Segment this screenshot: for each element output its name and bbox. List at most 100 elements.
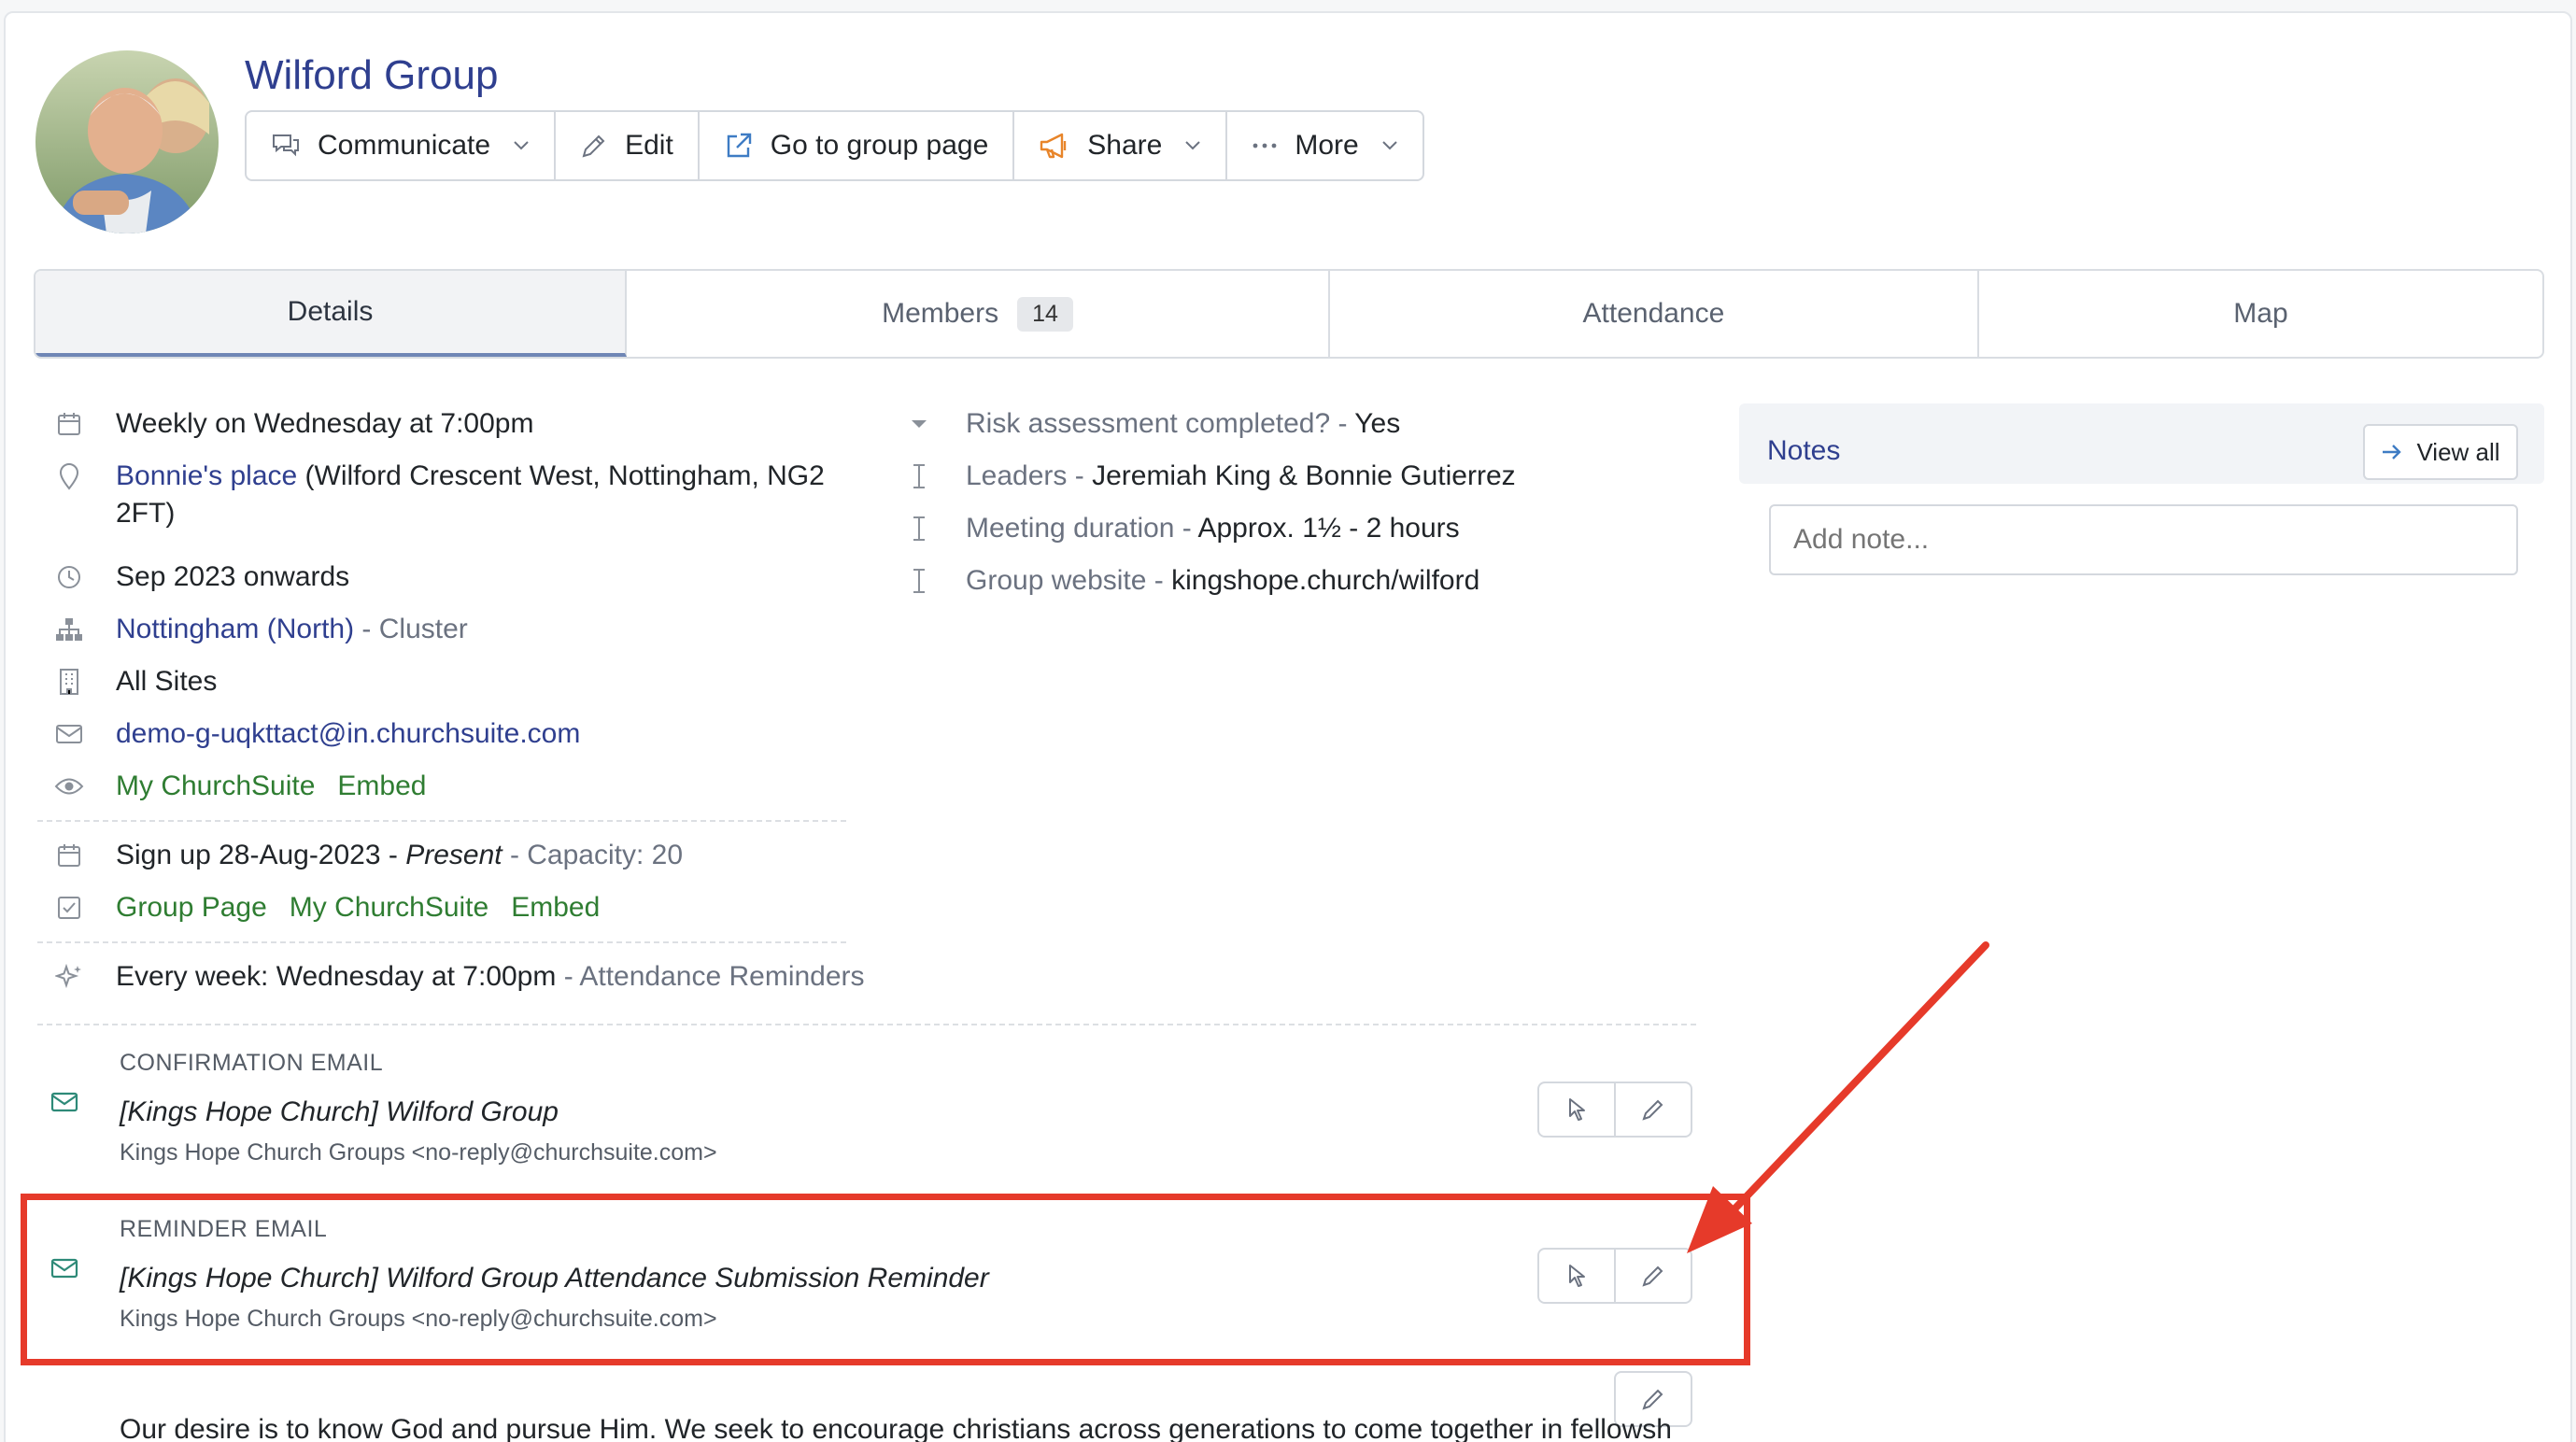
share-label: Share xyxy=(1087,130,1163,161)
checkbox-icon xyxy=(50,889,88,926)
go-to-group-page-button[interactable]: Go to group page xyxy=(700,112,1015,179)
sitemap-icon xyxy=(50,611,88,648)
megaphone-icon xyxy=(1039,132,1070,160)
custom-field-value: kingshope.church/wilford xyxy=(1171,565,1480,596)
more-label: More xyxy=(1295,130,1359,161)
tab-bar: Details Members 14 Attendance Map xyxy=(34,269,2544,359)
custom-field-label: Leaders - xyxy=(966,460,1093,491)
tab-members[interactable]: Members 14 xyxy=(627,271,1330,357)
group-toolbar: Communicate Edit Go to group page Share xyxy=(245,110,1424,181)
annotation-highlight-box xyxy=(21,1194,1750,1365)
signup-text: Sign up 28-Aug-2023 - Present - Capacity… xyxy=(116,837,683,874)
tab-map-label: Map xyxy=(2233,298,2288,329)
visibility-embed-link[interactable]: Embed xyxy=(337,768,426,805)
external-link-icon xyxy=(724,131,754,161)
start-date-row: Sep 2023 onwards xyxy=(50,558,349,596)
preview-confirmation-email-button[interactable] xyxy=(1539,1083,1616,1136)
more-button[interactable]: More xyxy=(1227,112,1422,179)
divider xyxy=(37,1024,1696,1025)
avatar-photo xyxy=(35,50,219,233)
custom-field-value: Yes xyxy=(1354,408,1401,439)
location-address-line-1: (Wilford Crescent West, Nottingham, NG2 xyxy=(297,460,825,491)
custom-field-leaders: Leaders - Jeremiah King & Bonnie Gutierr… xyxy=(900,458,1516,495)
signup-capacity: - Capacity: 20 xyxy=(502,840,684,870)
signup-dates: Sign up 28-Aug-2023 - xyxy=(116,840,406,870)
view-all-notes-button[interactable]: View all xyxy=(2363,424,2518,480)
calendar-icon xyxy=(50,837,88,874)
location-link[interactable]: Bonnie's place xyxy=(116,460,297,491)
group-detail-page: Wilford Group Communicate Edit Go to gro… xyxy=(4,11,2572,1442)
signup-my-churchsuite-link[interactable]: My ChurchSuite xyxy=(290,889,488,926)
tab-details-label: Details xyxy=(287,296,374,327)
location-row: Bonnie's place (Wilford Crescent West, N… xyxy=(50,458,854,532)
visibility-my-churchsuite-link[interactable]: My ChurchSuite xyxy=(116,768,315,805)
email-row: demo-g-uqkttact@in.churchsuite.com xyxy=(50,715,580,753)
custom-field-meeting-duration: Meeting duration - Approx. 1½ - 2 hours xyxy=(900,510,1460,547)
chevron-down-icon xyxy=(1381,140,1398,151)
sparkle-icon xyxy=(50,958,88,996)
share-button[interactable]: Share xyxy=(1014,112,1228,179)
cluster-link[interactable]: Nottingham (North) xyxy=(116,614,354,644)
members-count-badge: 14 xyxy=(1017,296,1073,332)
edit-confirmation-email-button[interactable] xyxy=(1616,1083,1691,1136)
custom-field-value: Approx. 1½ - 2 hours xyxy=(1197,513,1460,544)
envelope-icon xyxy=(50,715,88,753)
location-text: Bonnie's place (Wilford Crescent West, N… xyxy=(116,458,825,532)
sites-text: All Sites xyxy=(116,666,218,697)
cluster-text: Nottingham (North) - Cluster xyxy=(116,611,468,648)
signup-links-row: Group Page My ChurchSuite Embed xyxy=(50,889,600,926)
group-avatar xyxy=(35,50,219,233)
confirmation-email-subject: [Kings Hope Church] Wilford Group xyxy=(120,1096,559,1127)
sites-row: All Sites xyxy=(50,663,217,700)
tab-members-label: Members xyxy=(882,298,999,329)
text-cursor-icon xyxy=(900,562,938,600)
calendar-icon xyxy=(50,405,88,443)
start-date-text: Sep 2023 onwards xyxy=(116,561,350,592)
signup-group-page-link[interactable]: Group Page xyxy=(116,889,267,926)
go-to-group-page-label: Go to group page xyxy=(770,130,989,161)
pencil-icon xyxy=(1641,1387,1665,1411)
tab-attendance[interactable]: Attendance xyxy=(1330,271,1979,357)
page-title: Wilford Group xyxy=(245,52,499,98)
pencil-icon xyxy=(580,132,608,160)
text-cursor-icon xyxy=(900,458,938,495)
schedule-text: Weekly on Wednesday at 7:00pm xyxy=(116,408,534,439)
text-cursor-icon xyxy=(900,510,938,547)
custom-field-risk-assessment: Risk assessment completed? - Yes xyxy=(900,405,1400,443)
schedule-row: Weekly on Wednesday at 7:00pm xyxy=(50,405,533,443)
group-email-link[interactable]: demo-g-uqkttact@in.churchsuite.com xyxy=(116,715,580,753)
map-pin-icon xyxy=(50,458,88,495)
tab-attendance-label: Attendance xyxy=(1582,298,1725,329)
custom-field-label: Group website - xyxy=(966,565,1172,596)
edit-button[interactable]: Edit xyxy=(556,112,700,179)
custom-field-value: Jeremiah King & Bonnie Gutierrez xyxy=(1092,460,1516,491)
arrow-right-icon xyxy=(2381,443,2403,461)
cluster-suffix: - Cluster xyxy=(354,614,468,644)
reminder-schedule: Every week: Wednesday at 7:00pm xyxy=(116,961,557,992)
ellipsis-icon xyxy=(1252,142,1278,149)
cluster-row: Nottingham (North) - Cluster xyxy=(50,611,468,648)
chevron-down-icon xyxy=(513,140,530,151)
reminder-suffix: - Attendance Reminders xyxy=(556,961,865,992)
communicate-label: Communicate xyxy=(318,130,491,161)
confirmation-email-label: CONFIRMATION EMAIL xyxy=(120,1050,384,1076)
confirmation-email-from: Kings Hope Church Groups <no-reply@churc… xyxy=(120,1139,717,1166)
tab-map[interactable]: Map xyxy=(1979,271,2542,357)
add-note-input[interactable] xyxy=(1769,504,2518,575)
cursor-pointer-icon xyxy=(1566,1097,1587,1122)
visibility-row: My ChurchSuite Embed xyxy=(50,768,426,805)
clock-icon xyxy=(50,558,88,596)
eye-icon xyxy=(50,768,88,805)
edit-label: Edit xyxy=(625,130,673,161)
chevron-down-icon xyxy=(1184,140,1201,151)
caret-down-icon xyxy=(900,405,938,443)
communicate-button[interactable]: Communicate xyxy=(247,112,557,179)
signup-present: Present xyxy=(405,840,502,870)
attendance-reminder-row: Every week: Wednesday at 7:00pm - Attend… xyxy=(50,958,865,996)
view-all-label: View all xyxy=(2416,437,2500,466)
custom-field-label: Meeting duration - xyxy=(966,513,1198,544)
attendance-reminder-text: Every week: Wednesday at 7:00pm - Attend… xyxy=(116,958,865,996)
signup-embed-link[interactable]: Embed xyxy=(511,889,600,926)
tab-details[interactable]: Details xyxy=(35,271,628,357)
confirmation-email-actions xyxy=(1537,1082,1692,1138)
